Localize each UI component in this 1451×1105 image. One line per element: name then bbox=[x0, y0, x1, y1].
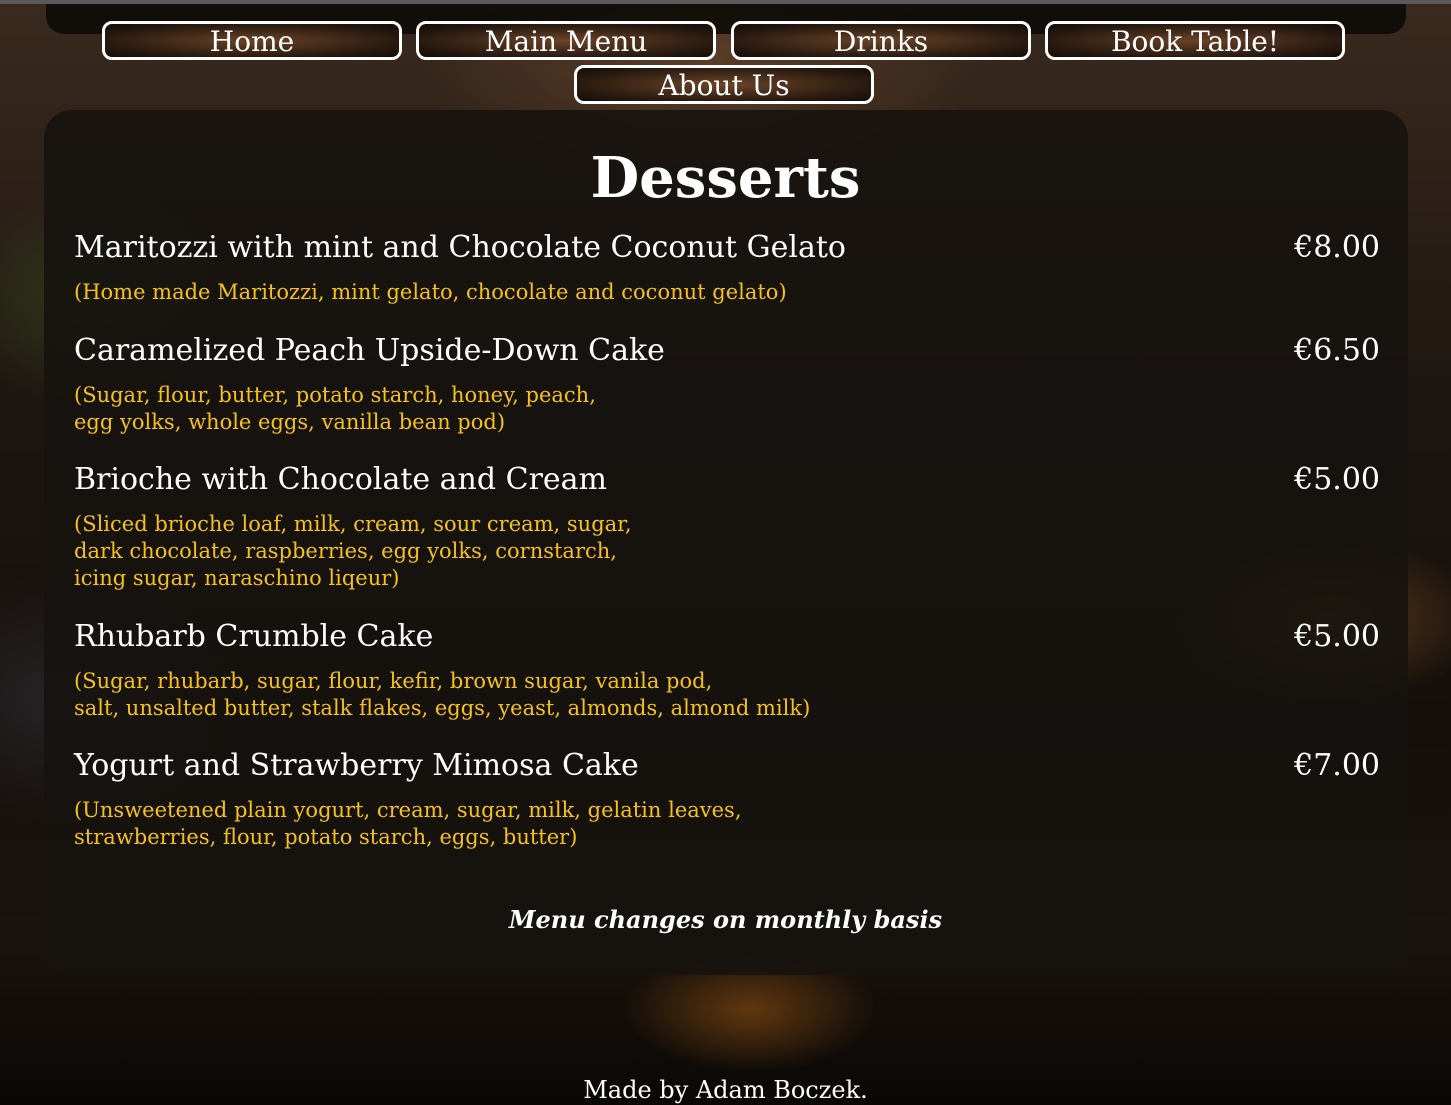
menu-item-name: Caramelized Peach Upside-Down Cake bbox=[74, 333, 665, 368]
footer-credit: Made by Adam Boczek. bbox=[583, 1076, 868, 1104]
menu-item-description: (Unsweetened plain yogurt, cream, sugar,… bbox=[74, 798, 742, 849]
nav-drinks-button[interactable]: Drinks bbox=[731, 21, 1031, 60]
menu-item-price: €5.00 bbox=[1294, 462, 1380, 497]
menu-item-description: (Home made Maritozzi, mint gelato, choco… bbox=[74, 280, 787, 304]
menu-item-name: Rhubarb Crumble Cake bbox=[74, 619, 434, 654]
menu-note: Menu changes on monthly basis bbox=[508, 905, 943, 934]
nav-about-us-button[interactable]: About Us bbox=[574, 65, 874, 104]
menu-item-price: €6.50 bbox=[1294, 333, 1380, 368]
menu-item-description: (Sugar, flour, butter, potato starch, ho… bbox=[74, 383, 596, 434]
nav-home-button[interactable]: Home bbox=[102, 21, 402, 60]
menu-item-description: (Sugar, rhubarb, sugar, flour, kefir, br… bbox=[74, 669, 811, 720]
menu-item-price: €7.00 bbox=[1294, 748, 1380, 783]
menu-item-name: Maritozzi with mint and Chocolate Coconu… bbox=[74, 230, 846, 265]
menu-item-price: €5.00 bbox=[1294, 619, 1380, 654]
menu-item-name: Yogurt and Strawberry Mimosa Cake bbox=[74, 748, 639, 783]
nav-main-menu-button[interactable]: Main Menu bbox=[416, 21, 716, 60]
nav-book-table-button[interactable]: Book Table! bbox=[1045, 21, 1345, 60]
section-title: Desserts bbox=[590, 145, 861, 211]
menu-item-name: Brioche with Chocolate and Cream bbox=[74, 462, 607, 497]
menu-item-price: €8.00 bbox=[1294, 230, 1380, 265]
menu-item-description: (Sliced brioche loaf, milk, cream, sour … bbox=[74, 512, 632, 590]
